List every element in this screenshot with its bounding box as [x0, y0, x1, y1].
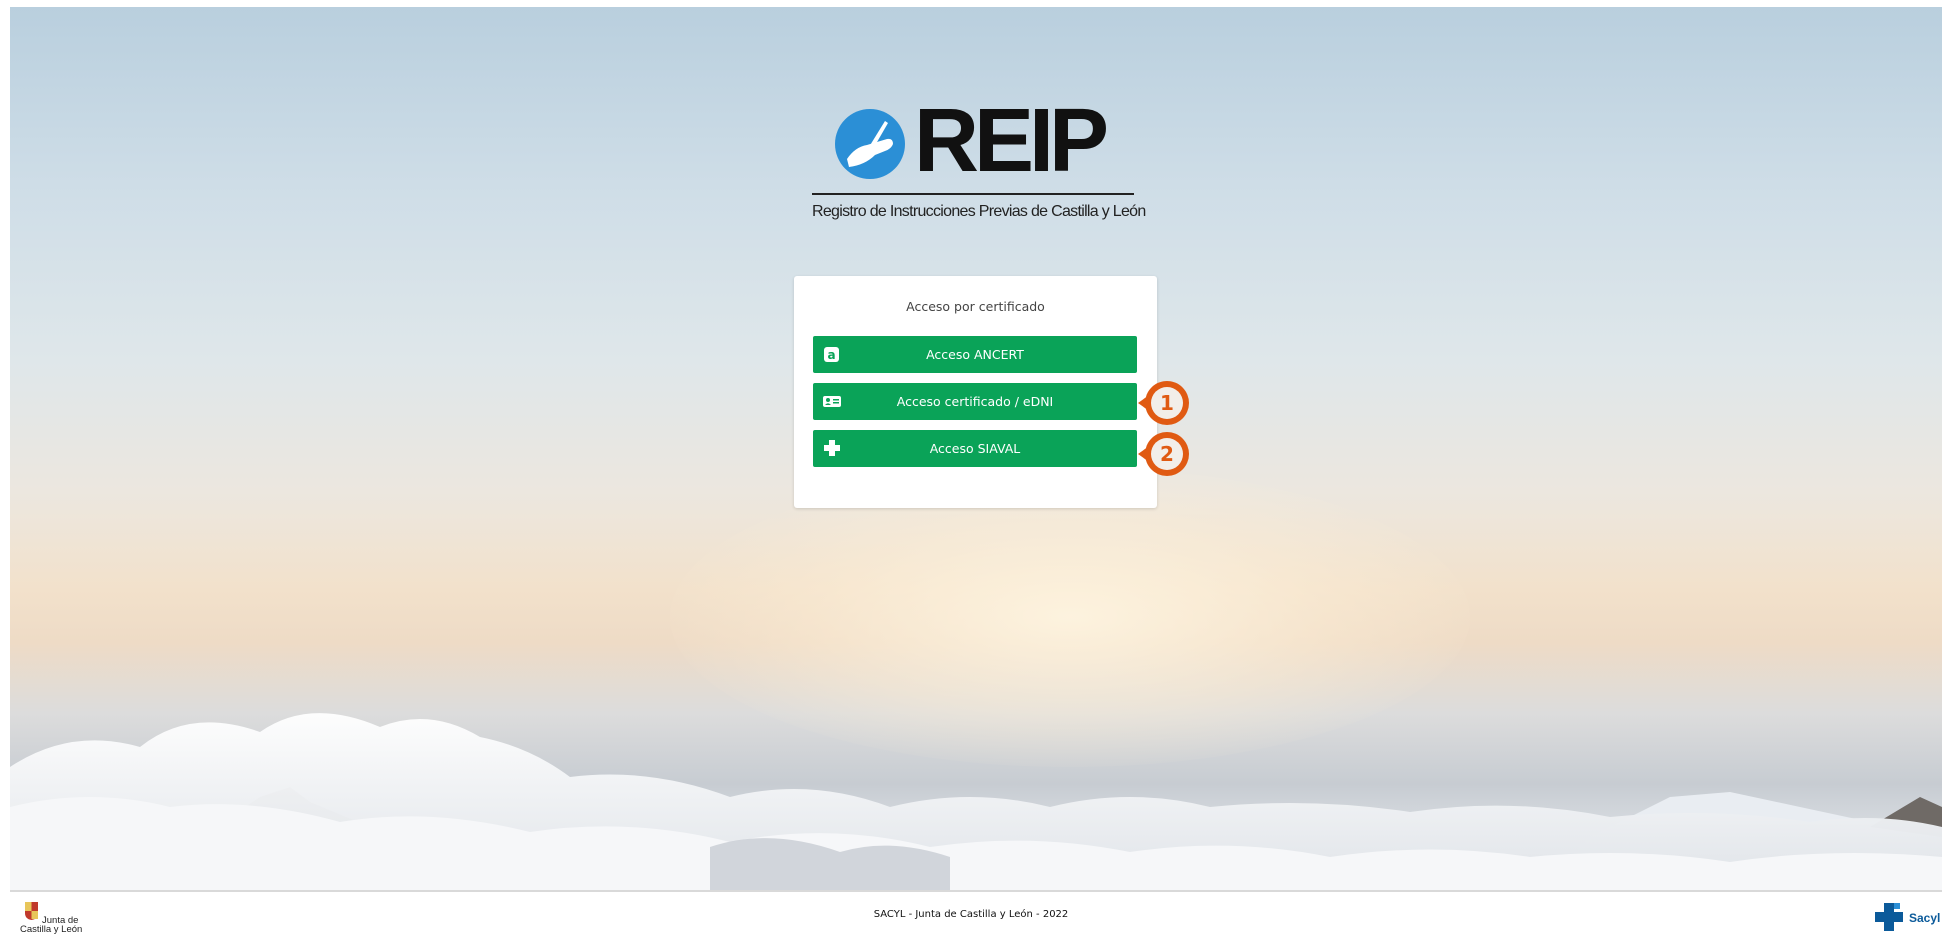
logo-tagline: Registro de Instrucciones Previas de Cas…	[812, 203, 1146, 220]
ancert-a-icon: a	[823, 346, 841, 363]
card-title: Acceso por certificado	[906, 299, 1045, 314]
logo-wordmark: REIP	[914, 91, 1109, 191]
annotation-number-2: 2	[1160, 442, 1174, 466]
siaval-cross-icon	[823, 440, 841, 457]
reip-logo: REIP Registro de Instrucciones Previas d…	[812, 96, 1146, 229]
certificate-edni-login-label: Acceso certificado / eDNI	[896, 394, 1054, 409]
annotation-number-1: 1	[1160, 391, 1174, 415]
junta-logo-line2: Castilla y León	[20, 924, 83, 934]
siaval-login-label: Acceso SIAVAL	[929, 441, 1021, 456]
login-card: Acceso por certificado a Acceso ANCERT A…	[794, 276, 1157, 508]
footer-divider	[10, 890, 1942, 892]
signing-hand-icon	[835, 109, 905, 179]
siaval-login-button[interactable]: Acceso SIAVAL	[813, 430, 1137, 467]
annotation-marker-1: 1	[1132, 376, 1194, 430]
sacyl-logo-text: Sacyl	[1909, 911, 1941, 925]
sacyl-logo[interactable]: Sacyl	[1873, 900, 1942, 934]
svg-text:a: a	[827, 348, 835, 362]
ancert-login-label: Acceso ANCERT	[926, 347, 1024, 362]
annotation-marker-2: 2	[1132, 427, 1194, 481]
sacyl-cross-icon	[1875, 903, 1903, 931]
ancert-login-button[interactable]: a Acceso ANCERT	[813, 336, 1137, 373]
certificate-edni-login-button[interactable]: Acceso certificado / eDNI	[813, 383, 1137, 420]
footer-copyright: SACYL - Junta de Castilla y León - 2022	[873, 909, 1069, 920]
id-card-icon	[823, 393, 841, 410]
logo-divider	[812, 193, 1134, 195]
